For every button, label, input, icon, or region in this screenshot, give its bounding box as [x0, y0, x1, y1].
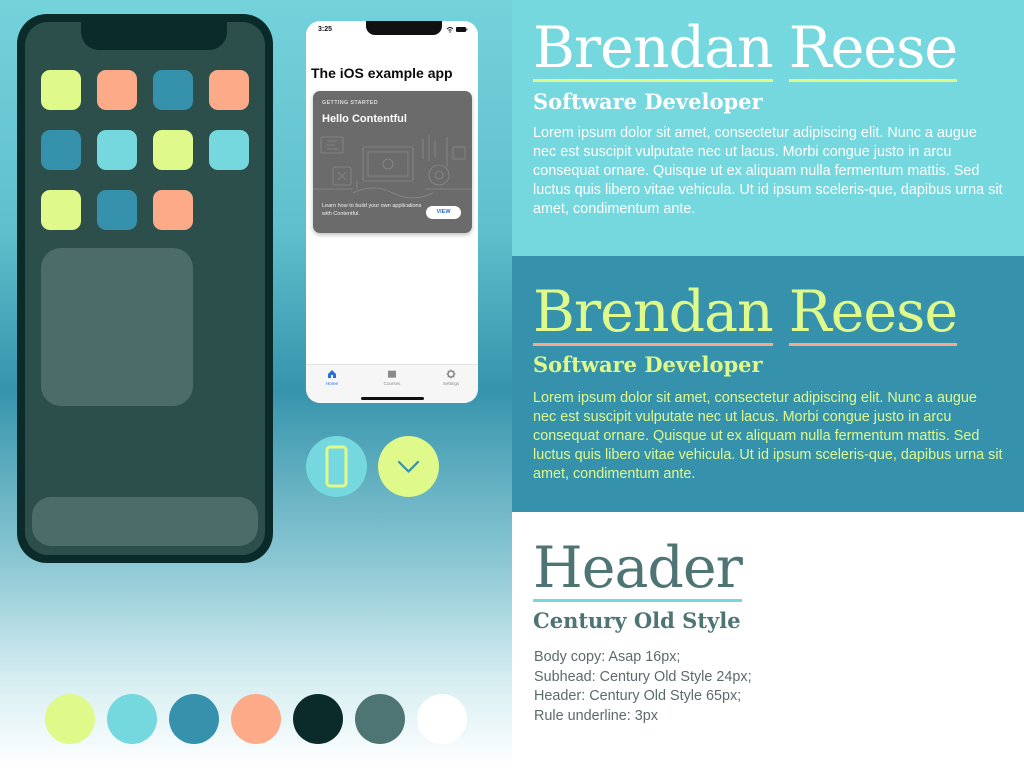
expand-button[interactable] [378, 436, 439, 497]
wifi-icon [446, 27, 454, 31]
ios-status-time: 3:25 [318, 26, 333, 33]
phone-mockup [17, 14, 273, 563]
app-icon[interactable] [41, 190, 81, 230]
home-icon [328, 370, 336, 378]
tab-courses[interactable]: Courses [372, 369, 412, 386]
phone-button[interactable] [306, 436, 367, 497]
body-paragraph: Lorem ipsum dolor sit amet, consectetur … [533, 125, 1003, 217]
app-icon[interactable] [153, 190, 193, 230]
app-icon[interactable] [97, 190, 137, 230]
phone-outline-icon [325, 445, 348, 488]
spec-header: Header [533, 535, 743, 602]
app-icon[interactable] [209, 130, 249, 170]
color-swatch [417, 694, 467, 744]
card-eyebrow: GETTING STARTED [322, 100, 379, 106]
tab-settings[interactable]: Settings [431, 369, 471, 386]
spec-header-text: Header [533, 535, 743, 602]
card-title: Hello Contentful [322, 113, 407, 125]
name-last: Reese [788, 279, 958, 346]
home-widget[interactable] [41, 248, 193, 406]
card-illustration [313, 135, 472, 199]
app-dock[interactable] [32, 497, 258, 546]
view-button[interactable]: VIEW [426, 206, 461, 219]
app-icon[interactable] [97, 130, 137, 170]
home-indicator [361, 397, 424, 400]
course-card[interactable]: GETTING STARTED Hello Contentful Learn h… [313, 91, 472, 233]
body-paragraph: Lorem ipsum dolor sit amet, consectetur … [533, 390, 1003, 482]
job-title: Software Developer [533, 89, 763, 114]
gear-icon [446, 369, 456, 379]
job-title: Software Developer [533, 352, 763, 377]
app-icon[interactable] [209, 70, 249, 110]
color-swatch [45, 694, 95, 744]
battery-icon [456, 27, 466, 32]
app-icon[interactable] [41, 70, 81, 110]
phone-home-screen [25, 22, 265, 555]
spec-line: Body copy: Asap 16px; [534, 649, 681, 665]
phone-notch [81, 22, 227, 50]
book-icon [388, 370, 396, 378]
app-icon[interactable] [153, 70, 193, 110]
ios-app-screenshot: 3:25 The iOS example app GETTING STARTED… [306, 21, 478, 403]
color-swatch [107, 694, 157, 744]
color-swatch [293, 694, 343, 744]
name-last: Reese [788, 15, 958, 82]
spec-line: Subhead: Century Old Style 24px; [534, 668, 752, 685]
name-heading: Brendan Reese [533, 15, 958, 82]
color-swatch [355, 694, 405, 744]
name-first: Brendan [533, 15, 774, 82]
app-icon[interactable] [153, 130, 193, 170]
color-swatch [231, 694, 281, 744]
name-heading: Brendan Reese [533, 279, 958, 346]
type-spec: Header Century Old Style Body copy: Asap… [512, 512, 1024, 768]
card-description: Learn how to build your own applications… [322, 203, 422, 217]
ios-notch [366, 21, 442, 35]
color-swatch [169, 694, 219, 744]
tab-settings-label: Settings [442, 381, 460, 386]
app-icon[interactable] [97, 70, 137, 110]
spec-list: Body copy: Asap 16px; Subhead: Century O… [534, 648, 752, 726]
type-sample-light: Brendan Reese Software Developer Lorem ip… [512, 0, 1024, 256]
spec-line: Rule underline: 3px [534, 707, 658, 724]
app-icon[interactable] [41, 130, 81, 170]
ios-status-icons [446, 26, 468, 35]
tab-home-label: Home [325, 381, 338, 386]
chevron-down-icon [397, 460, 420, 474]
name-first: Brendan [533, 279, 774, 346]
ios-app-title: The iOS example app [311, 65, 453, 81]
type-sample-dark: Brendan Reese Software Developer Lorem ip… [512, 256, 1024, 512]
mockup-panel: 3:25 The iOS example app GETTING STARTED… [0, 0, 512, 768]
tab-courses-label: Courses [383, 381, 401, 386]
tab-home[interactable]: Home [312, 369, 352, 386]
spec-subhead: Century Old Style [533, 608, 741, 633]
spec-line: Header: Century Old Style 65px; [534, 688, 742, 704]
